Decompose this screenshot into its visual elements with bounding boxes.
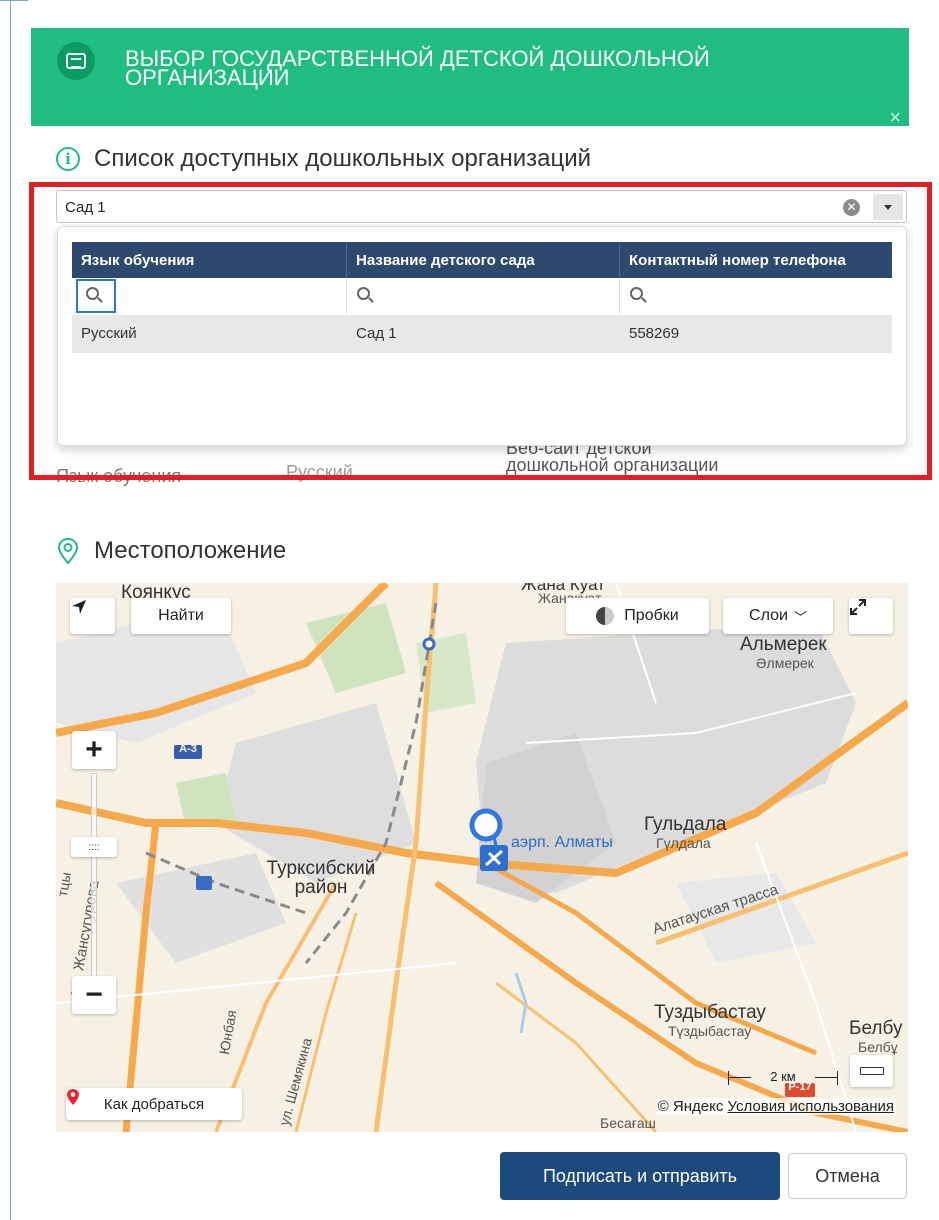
map-label-almerek-kz: Әлмерек	[756, 655, 814, 671]
route-pin-icon	[67, 1089, 79, 1105]
close-icon[interactable]: ×	[889, 108, 901, 128]
map-label-tuzdybastau-kz: Түздыбастау	[668, 1023, 752, 1039]
info-icon: i	[56, 147, 80, 171]
list-section-label: Список доступных дошкольных организаций	[94, 145, 592, 172]
map-label-turksib: Турксибский район	[266, 858, 376, 898]
map-copyright: © Яндекс Условия использования	[655, 1098, 896, 1115]
sign-and-send-button[interactable]: Подписать и отправить	[500, 1152, 780, 1200]
map-label-tuzdybastau: Туздыбастау	[654, 1002, 766, 1023]
layers-label: Слои	[749, 607, 788, 624]
fullscreen-button[interactable]	[849, 598, 893, 634]
zoom-out-button[interactable]: −	[72, 976, 116, 1014]
map-scale: 2 км	[728, 1069, 838, 1085]
traffic-label: Пробки	[624, 607, 679, 624]
list-section-title: i Список доступных дошкольных организаци…	[56, 145, 591, 173]
cancel-button[interactable]: Отмена	[788, 1153, 907, 1199]
map-view[interactable]: А-3 Р-17 Коянкус Жана Куат Жанакуат Альм…	[56, 583, 908, 1132]
zoom-in-button[interactable]: +	[72, 731, 116, 769]
route-label: Как добраться	[103, 1095, 205, 1113]
route-button[interactable]: Как добраться	[66, 1088, 242, 1120]
traffic-button[interactable]: Пробки	[566, 598, 709, 634]
window-frame-line	[10, 0, 11, 1220]
layers-button[interactable]: Слои ﹀	[723, 598, 833, 634]
ruler-icon	[859, 1067, 884, 1075]
copyright-text: © Яндекс	[657, 1098, 724, 1115]
kindergarten-icon	[57, 42, 95, 80]
map-label-gyldala-kz: Гүлдала	[656, 835, 711, 851]
terms-link[interactable]: Условия использования	[728, 1098, 895, 1115]
ruler-button[interactable]	[850, 1055, 893, 1087]
modal-title: ВЫБОР ГОСУДАРСТВЕННОЙ ДЕТСКОЙ ДОШКОЛЬНОЙ…	[125, 46, 710, 90]
zoom-slider-handle[interactable]: ::::	[71, 837, 117, 857]
traffic-icon	[596, 607, 615, 625]
map-label-belbu: Белбу	[849, 1018, 903, 1039]
location-section-label: Местоположение	[94, 537, 287, 564]
chevron-down-icon: ﹀	[793, 609, 807, 625]
geolocation-button[interactable]	[70, 598, 115, 634]
road-badge-a3: А-3	[179, 743, 197, 755]
expand-icon	[850, 599, 866, 615]
location-section-title: Местоположение	[56, 537, 286, 565]
zoom-slider-track[interactable]	[91, 773, 97, 988]
map-label-gyldala: Гульдала	[644, 814, 727, 835]
scale-label: 2 км	[770, 1069, 796, 1084]
map-label-almerek: Альмерек	[740, 634, 827, 655]
map-label-airport: аэрп. Алматы	[511, 834, 613, 851]
window-frame-corner	[0, 0, 28, 10]
map-label-belbu-kz: Белбұ	[858, 1039, 898, 1055]
navigation-arrow-icon	[72, 600, 86, 614]
highlight-rectangle	[29, 182, 932, 480]
location-pin-icon	[56, 537, 80, 565]
find-button[interactable]: Найти	[131, 598, 231, 634]
map-label-besagash: Бесағаш	[600, 1115, 656, 1131]
modal-header: ВЫБОР ГОСУДАРСТВЕННОЙ ДЕТСКОЙ ДОШКОЛЬНОЙ…	[31, 28, 909, 128]
